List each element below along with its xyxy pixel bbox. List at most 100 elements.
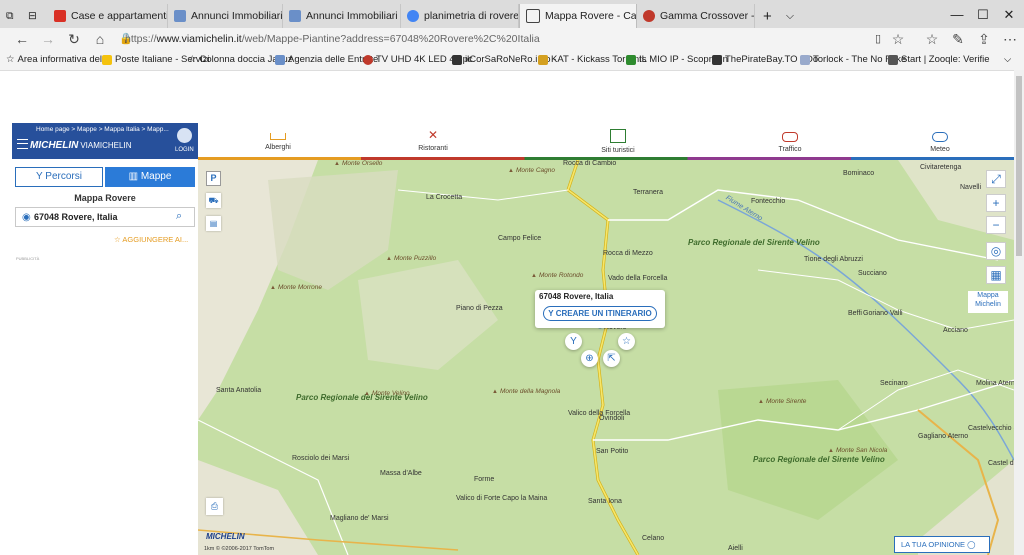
map-label: Rosciolo dei Marsi [292, 455, 350, 462]
map-type-icon[interactable]: ▦ [986, 266, 1006, 284]
print-icon[interactable]: ⎙ [206, 498, 223, 515]
tab-favicon [407, 10, 419, 22]
mountain-label: Monte Velino [364, 390, 410, 397]
kat-icon [538, 55, 548, 65]
tab-favicon [289, 10, 301, 22]
tab-annunci-2[interactable]: Annunci Immobiliari - Cercas [283, 4, 401, 28]
zoom-out-icon[interactable]: − [986, 216, 1006, 234]
web-note-icon[interactable]: ✎ [946, 29, 970, 49]
favorite-star-icon[interactable]: ☆ [618, 333, 635, 350]
create-itinerary-button[interactable]: Y CREARE UN ITINERARIO [543, 306, 657, 321]
map-label: Civitaretenga [920, 164, 962, 171]
breadcrumb[interactable]: Home page > Mappe > Mappa Italia > Mapp.… [36, 126, 169, 133]
tab-favicon [174, 10, 186, 22]
url-field[interactable]: https://www.viamichelin.it/web/Mappe-Pia… [125, 30, 905, 48]
weather-cloud-icon [932, 132, 948, 142]
map-label: Aielli [728, 545, 743, 552]
favorite-item[interactable]: Start | Zooqle: Verifie [888, 53, 990, 67]
map-label: Succiano [858, 270, 887, 277]
map-label: Navelli [960, 184, 982, 191]
share-location-icon[interactable]: ⇱ [603, 350, 620, 367]
tab-planimetria[interactable]: planimetria di rovere aquila [401, 4, 519, 28]
map-label: Forme [474, 476, 495, 483]
zoom-in-location-icon[interactable]: ⊕ [581, 350, 598, 367]
tab-case-appartamenti[interactable]: Case e appartamenti in vend [48, 4, 168, 28]
route-here-icon[interactable]: Y [565, 333, 582, 350]
close-window-icon[interactable]: ✕ [992, 4, 1024, 26]
michelin-logo[interactable]: MICHELIN VIAMICHELIN [30, 140, 131, 151]
search-input[interactable]: ◉ 67048 Rovere, Italia ⌕ [15, 207, 195, 227]
ship-icon [712, 55, 722, 65]
favorite-item[interactable]: ☆ Area informativa dell' [6, 53, 106, 67]
favorite-star-icon[interactable]: ☆ [886, 29, 910, 49]
map-label: Santa Iona [588, 498, 622, 505]
map-canvas[interactable]: P ⛟ ▤ ⎙ Rocca di Cambio Terranera Rocca … [198, 160, 1014, 555]
forward-icon[interactable]: → [36, 29, 60, 49]
map-label: Fontecchio [751, 198, 786, 205]
hotel-bed-icon [270, 133, 286, 140]
mountain-label: Monte Orsello [334, 160, 382, 167]
skull-icon [452, 55, 462, 65]
home-icon[interactable]: ⌂ [88, 29, 112, 49]
user-avatar-icon[interactable] [177, 128, 192, 143]
zooqle-icon [888, 55, 898, 65]
category-ristoranti[interactable]: ✕ Ristoranti [353, 123, 513, 159]
favorites-overflow-chevron-icon[interactable]: ⌵ [1004, 53, 1011, 67]
tab-gamma-crossover[interactable]: Gamma Crossover - Offers a [637, 4, 755, 28]
mountain-label: Monte Puzzillo [386, 255, 436, 262]
map-label: Campo Felice [498, 235, 542, 242]
park-label: Parco Regionale del Sirente Velino [688, 238, 820, 247]
category-traffico[interactable]: Traffico [710, 123, 870, 159]
category-alberghi[interactable]: Alberghi [198, 123, 358, 159]
layer-toggle-icon[interactable]: ▤ [206, 216, 221, 231]
map-label: Rocca di Cambio [563, 160, 617, 167]
ip-icon [626, 55, 636, 65]
tab-favicon [526, 9, 540, 23]
tab-list-chevron-icon[interactable]: ⌵ [780, 4, 802, 28]
search-icon[interactable]: ⌕ [176, 210, 182, 223]
hamburger-menu-icon[interactable] [17, 139, 28, 149]
favorites-bar: ☆ Area informativa dell' Poste Italiane -… [0, 50, 1024, 71]
tab-annunci-1[interactable]: Annunci Immobiliari - Cercas [168, 4, 283, 28]
mappe-button[interactable]: ▥ Mappe [105, 167, 195, 187]
favorites-hub-icon[interactable]: ☆ [920, 29, 944, 49]
mappa-michelin-link[interactable]: Mappa Michelin [968, 291, 1008, 313]
back-icon[interactable]: ← [10, 29, 34, 49]
scrollbar-thumb[interactable] [1016, 76, 1022, 256]
mountain-label: Monte San Nicola [828, 447, 887, 454]
park-label: Parco Regionale del Sirente Velino [753, 455, 885, 464]
sidebar: Y Percorsi ▥ Mappe Mappa Rovere ◉ 67048 … [12, 159, 198, 555]
category-siti-turistici[interactable]: Siti turistici [538, 123, 698, 159]
mountain-label: Monte Rotondo [531, 272, 583, 279]
chat-bubble-icon: ◯ [967, 540, 976, 549]
michelin-watermark-logo: MICHELIN [206, 532, 245, 541]
fullscreen-icon[interactable]: ⤢ [986, 170, 1006, 188]
map-label: Castel di Ieri [988, 460, 1014, 467]
feedback-button[interactable]: LA TUA OPINIONE ◯ [894, 536, 990, 553]
tab-actions-icon[interactable]: ⧉ [0, 4, 22, 28]
tab-favicon [54, 10, 66, 22]
set-tabs-aside-icon[interactable]: ⊟ [22, 4, 44, 28]
category-bar: Alberghi ✕ Ristoranti Siti turistici Tra… [198, 123, 1014, 160]
agenzia-icon [275, 55, 285, 65]
tab-mappa-rovere[interactable]: Mappa Rovere - Cartina ✕ [519, 4, 637, 28]
map-label: Piano di Pezza [456, 305, 503, 312]
new-tab-icon[interactable]: + [757, 4, 779, 28]
parking-toggle-icon[interactable]: P [206, 171, 221, 186]
map-label: Valico di Forte Capo la Maina [456, 495, 548, 502]
percorsi-button[interactable]: Y Percorsi [15, 167, 103, 187]
more-icon[interactable]: ⋯ [998, 29, 1022, 49]
traffic-toggle-icon[interactable]: ⛟ [206, 193, 221, 208]
locate-me-icon[interactable]: ◎ [986, 242, 1006, 260]
add-to-favorites-link[interactable]: ☆ AGGIUNGERE AI... [114, 235, 188, 244]
zoom-in-icon[interactable]: + [986, 194, 1006, 212]
share-icon[interactable]: ⇪ [972, 29, 996, 49]
login-label[interactable]: LOGIN [175, 147, 194, 153]
category-meteo[interactable]: Meteo [860, 123, 1020, 159]
map-label: Goriano Valli [863, 310, 903, 317]
map-label: Acciano [943, 327, 968, 334]
popup-title: 67048 Rovere, Italia [539, 292, 614, 301]
refresh-icon[interactable]: ↻ [62, 29, 86, 49]
location-popup: 67048 Rovere, Italia Y CREARE UN ITINERA… [535, 290, 665, 328]
page-scrollbar[interactable] [1014, 70, 1024, 555]
